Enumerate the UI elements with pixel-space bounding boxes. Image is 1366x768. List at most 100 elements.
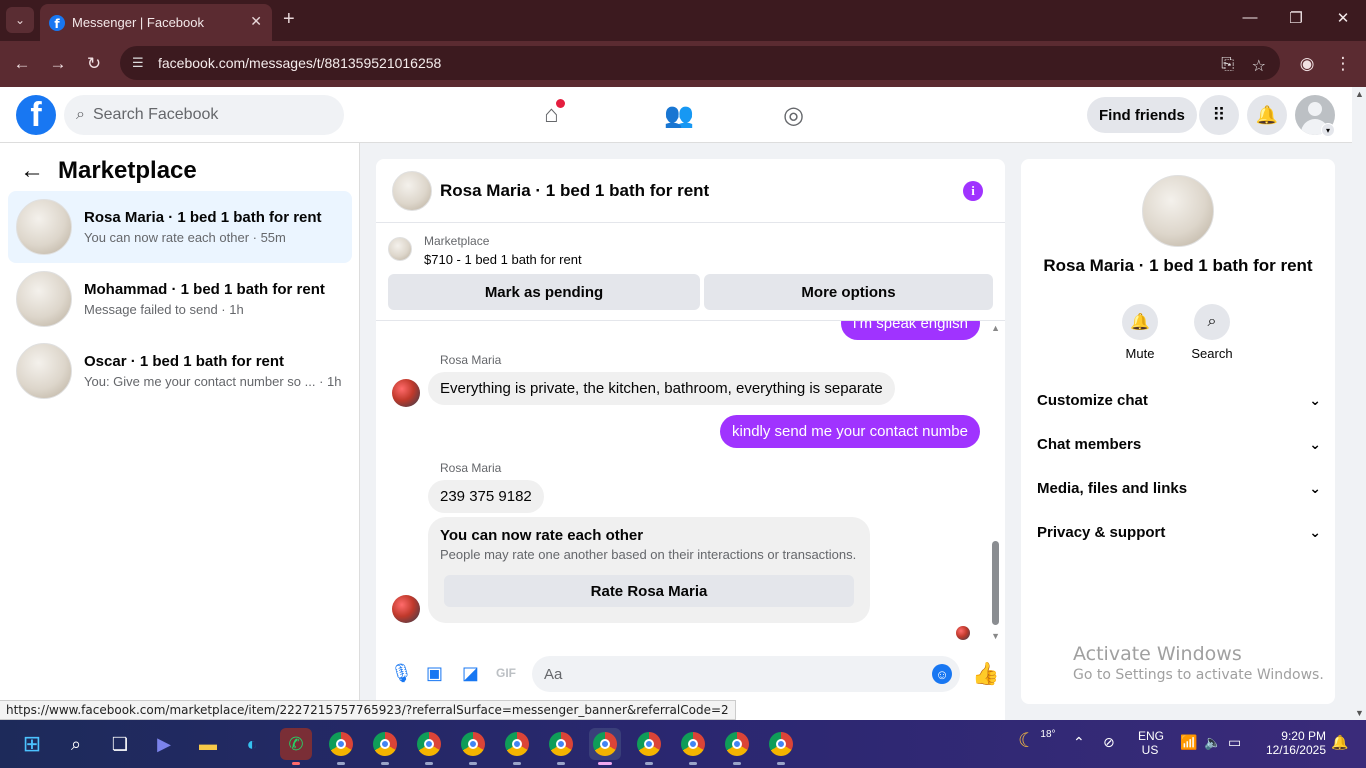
thumbs-up-icon[interactable]: 👍 — [972, 661, 999, 687]
banner-thumbnail[interactable] — [388, 237, 412, 261]
chat-scrollbar-thumb[interactable] — [992, 541, 999, 625]
forward-icon[interactable]: → — [48, 54, 68, 74]
conversation-item-rosa-maria[interactable]: Rosa Maria · 1 bed 1 bath for rent You c… — [8, 191, 352, 263]
chat-thumbnail[interactable] — [392, 170, 432, 211]
section-customize-chat[interactable]: Customize chat ⌄ — [1037, 378, 1321, 422]
bookmark-star-icon[interactable]: ☆ — [1252, 56, 1266, 76]
rate-user-button[interactable]: Rate Rosa Maria — [444, 575, 854, 607]
lang-primary: ENG — [1138, 729, 1165, 743]
link-status-bar: https://www.facebook.com/marketplace/ite… — [0, 700, 736, 720]
task-view-icon[interactable]: ❏ — [104, 728, 136, 760]
message-list[interactable]: I'm speak english Rosa Maria Everything … — [376, 321, 1005, 643]
home-icon[interactable]: ⌂ — [544, 99, 565, 129]
maximize-icon[interactable]: ❐ — [1286, 9, 1306, 27]
browser-tab[interactable]: f Messenger | Facebook ✕ — [40, 4, 272, 41]
weather-widget[interactable]: ☾ 18° — [1018, 728, 1056, 753]
tab-search-button[interactable]: ⌄ — [6, 7, 34, 33]
close-tab-icon[interactable]: ✕ — [250, 13, 262, 30]
chrome-profile-icon[interactable] — [765, 728, 797, 765]
notifications-bell-icon[interactable]: 🔔 — [1247, 95, 1287, 135]
scroll-up-arrow-icon[interactable]: ▲ — [991, 323, 1000, 333]
section-media-files-links[interactable]: Media, files and links ⌄ — [1037, 466, 1321, 510]
sender-avatar[interactable] — [392, 379, 420, 407]
chrome-profile-icon[interactable] — [545, 728, 577, 765]
facebook-logo[interactable]: f — [16, 95, 56, 135]
chrome-profile-icon[interactable] — [677, 728, 709, 765]
close-window-icon[interactable]: ✕ — [1333, 9, 1353, 27]
browser-menu-icon[interactable]: ⋮ — [1333, 54, 1353, 74]
search-icon: ⌕ — [76, 106, 85, 123]
chrome-profile-icon[interactable] — [633, 728, 665, 765]
back-arrow-icon[interactable]: ← — [20, 157, 44, 185]
watermark-line2: Go to Settings to activate Windows. — [1073, 667, 1324, 683]
conversation-item-oscar[interactable]: Oscar · 1 bed 1 bath for rent You: Give … — [8, 335, 352, 407]
battery-icon[interactable]: ▭ — [1228, 734, 1241, 751]
minimize-icon[interactable]: — — [1240, 9, 1260, 26]
whatsapp-icon[interactable]: ✆ — [280, 728, 312, 765]
chrome-profile-icon-active[interactable] — [589, 728, 621, 765]
photo-icon[interactable]: ▣ — [426, 663, 443, 684]
mark-as-pending-button[interactable]: Mark as pending — [388, 274, 700, 310]
watermark-line1: Activate Windows — [1073, 643, 1242, 665]
install-app-icon[interactable]: ⎘ — [1221, 56, 1234, 74]
page-scrollbar[interactable]: ▲ ▼ — [1352, 87, 1366, 720]
notification-bell-icon[interactable]: 🔔 — [1331, 734, 1348, 751]
file-explorer-icon[interactable]: ▬ — [192, 728, 224, 760]
search-icon[interactable]: ⌕ — [60, 728, 92, 760]
sticker-icon[interactable]: ◪ — [462, 663, 479, 684]
gif-icon[interactable]: GIF — [496, 666, 516, 680]
more-options-button[interactable]: More options — [704, 274, 993, 310]
details-thumbnail[interactable] — [1142, 175, 1214, 247]
banner-item-link[interactable]: $710 - 1 bed 1 bath for rent — [424, 252, 582, 267]
tray-chevron-up-icon[interactable]: ⌃ — [1073, 734, 1085, 751]
profile-icon[interactable]: ◉ — [1297, 54, 1317, 74]
microphone-icon[interactable]: 🎙 — [390, 663, 413, 684]
chrome-profile-icon[interactable] — [721, 728, 753, 765]
conversation-item-mohammad[interactable]: Mohammad · 1 bed 1 bath for rent Message… — [8, 263, 352, 335]
section-chat-members[interactable]: Chat members ⌄ — [1037, 422, 1321, 466]
system-clock[interactable]: 9:20 PM 12/16/2025 — [1258, 729, 1326, 757]
details-title: Rosa Maria · 1 bed 1 bath for rent — [1043, 256, 1313, 275]
listing-thumbnail — [16, 343, 72, 399]
windows-start-icon[interactable]: ⊞ — [16, 728, 48, 760]
chevron-down-icon: ⌄ — [1309, 479, 1321, 496]
volume-icon[interactable]: 🔈 — [1204, 734, 1221, 751]
listing-thumbnail — [16, 199, 72, 255]
info-icon[interactable]: i — [963, 181, 983, 201]
wifi-icon[interactable]: 📶 — [1180, 734, 1197, 751]
chrome-profile-icon[interactable] — [369, 728, 401, 765]
friends-icon[interactable]: 👥 — [664, 101, 694, 130]
outgoing-message: kindly send me your contact numbe — [720, 415, 980, 448]
edge-icon[interactable]: ◐ — [236, 728, 268, 760]
chrome-profile-icon[interactable] — [457, 728, 489, 765]
sender-avatar[interactable] — [392, 595, 420, 623]
chevron-down-icon[interactable]: ▾ — [1321, 123, 1335, 137]
search-action[interactable]: ⌕ Search — [1182, 304, 1242, 361]
section-privacy-support[interactable]: Privacy & support ⌄ — [1037, 510, 1321, 554]
groups-icon[interactable]: ◎ — [783, 101, 804, 130]
banner-source: Marketplace — [424, 234, 490, 248]
facebook-search-box[interactable]: ⌕ Search Facebook — [64, 95, 344, 135]
chrome-profile-icon[interactable] — [501, 728, 533, 765]
site-info-icon[interactable]: ☰ — [132, 55, 150, 71]
network-off-icon[interactable]: ⊘ — [1103, 734, 1115, 751]
bell-icon: 🔔 — [1122, 304, 1158, 340]
scroll-down-arrow-icon[interactable]: ▼ — [991, 631, 1000, 641]
scroll-up-arrow-icon[interactable]: ▲ — [1355, 89, 1364, 99]
chrome-profile-icon[interactable] — [413, 728, 445, 765]
mute-action[interactable]: 🔔 Mute — [1110, 304, 1170, 361]
back-icon[interactable]: ← — [12, 54, 32, 74]
reload-icon[interactable]: ↻ — [84, 54, 104, 74]
browser-tabbar: ⌄ f Messenger | Facebook ✕ + — ❐ ✕ — [0, 0, 1366, 41]
emoji-icon[interactable]: ☺ — [932, 664, 952, 684]
chrome-profile-icon[interactable] — [325, 728, 357, 765]
address-bar[interactable]: ☰ facebook.com/messages/t/88135952101625… — [120, 46, 1280, 80]
new-tab-button[interactable]: + — [283, 8, 295, 31]
find-friends-button[interactable]: Find friends — [1087, 97, 1197, 133]
menu-grid-icon[interactable]: ⠿ — [1199, 95, 1239, 135]
message-input[interactable] — [532, 656, 960, 692]
scroll-down-arrow-icon[interactable]: ▼ — [1355, 708, 1364, 718]
language-indicator[interactable]: ENG US — [1138, 729, 1165, 757]
teams-icon[interactable]: ▶ — [148, 728, 180, 760]
chat-title[interactable]: Rosa Maria · 1 bed 1 bath for rent — [440, 181, 709, 201]
